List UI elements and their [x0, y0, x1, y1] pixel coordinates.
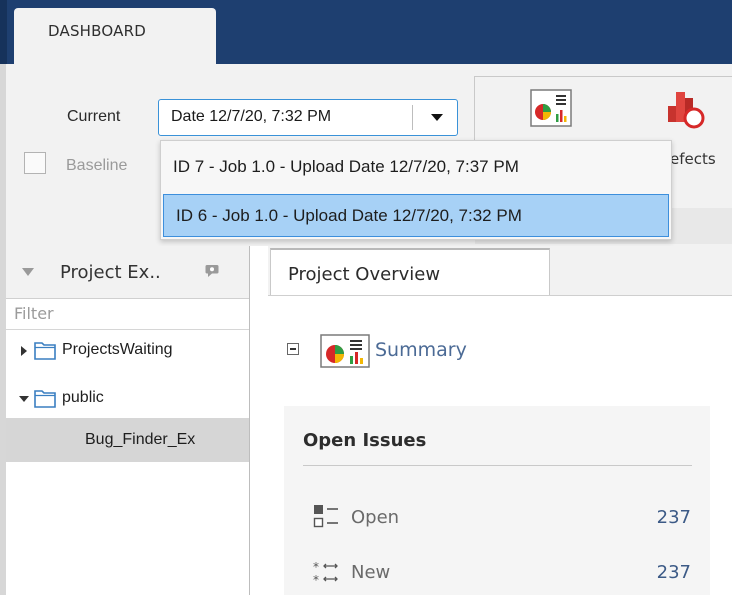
- issue-label-open: Open: [351, 507, 400, 528]
- open-issues-title: Open Issues: [303, 430, 427, 451]
- options-icon[interactable]: [205, 264, 219, 278]
- baseline-checkbox[interactable]: [24, 152, 46, 174]
- tree-item-bug-finder[interactable]: Bug_Finder_Ex: [6, 418, 249, 462]
- chevron-right-icon[interactable]: [20, 345, 28, 357]
- chevron-down-icon[interactable]: [18, 395, 30, 403]
- tree-item-label: Bug_Finder_Ex: [85, 431, 196, 448]
- dropdown-option-selected[interactable]: ID 6 - Job 1.0 - Upload Date 12/7/20, 7:…: [163, 194, 669, 237]
- issue-count-new[interactable]: 237: [611, 562, 691, 583]
- tab-dashboard[interactable]: DASHBOARD: [14, 8, 216, 64]
- tree-item-label: ProjectsWaiting: [62, 341, 173, 358]
- dropdown-option[interactable]: ID 7 - Job 1.0 - Upload Date 12/7/20, 7:…: [161, 146, 671, 190]
- svg-text:*: *: [313, 573, 319, 586]
- defects-label: efects: [670, 150, 716, 168]
- collapse-toggle-icon[interactable]: [287, 343, 299, 355]
- tree-item-projectswaiting[interactable]: ProjectsWaiting: [6, 334, 249, 370]
- tree-item-public[interactable]: public: [6, 382, 249, 418]
- tab-project-overview-label: Project Overview: [288, 264, 441, 285]
- baseline-label: Baseline: [66, 157, 128, 174]
- defects-chart-icon[interactable]: [660, 84, 706, 130]
- divider: [303, 465, 692, 466]
- folder-icon: [34, 390, 56, 408]
- ribbon-edge: [0, 0, 7, 64]
- new-issues-icon: * *: [313, 560, 338, 586]
- select-separator: [412, 105, 413, 130]
- tree-item-label: public: [62, 389, 104, 406]
- tab-dashboard-label: DASHBOARD: [48, 22, 146, 40]
- open-issues-icon: [313, 505, 338, 528]
- current-label: Current: [67, 108, 121, 125]
- filter-placeholder: Filter: [14, 304, 54, 323]
- svg-text:*: *: [313, 560, 319, 574]
- folder-icon: [34, 342, 56, 360]
- summary-chart-icon: [320, 334, 370, 368]
- tab-project-overview[interactable]: Project Overview: [270, 248, 550, 295]
- summary-link[interactable]: Summary: [375, 339, 467, 361]
- collapse-icon[interactable]: [22, 268, 34, 276]
- project-explorer-title: Project Ex..: [60, 262, 161, 283]
- current-run-value: Date 12/7/20, 7:32 PM: [171, 108, 332, 125]
- chevron-down-icon[interactable]: [431, 114, 443, 121]
- summary-chart-icon[interactable]: [529, 88, 573, 128]
- issue-label-new: New: [351, 562, 391, 583]
- issue-count-open[interactable]: 237: [611, 507, 691, 528]
- current-run-select[interactable]: Date 12/7/20, 7:32 PM: [158, 99, 458, 136]
- run-dropdown-list: ID 7 - Job 1.0 - Upload Date 12/7/20, 7:…: [160, 140, 672, 240]
